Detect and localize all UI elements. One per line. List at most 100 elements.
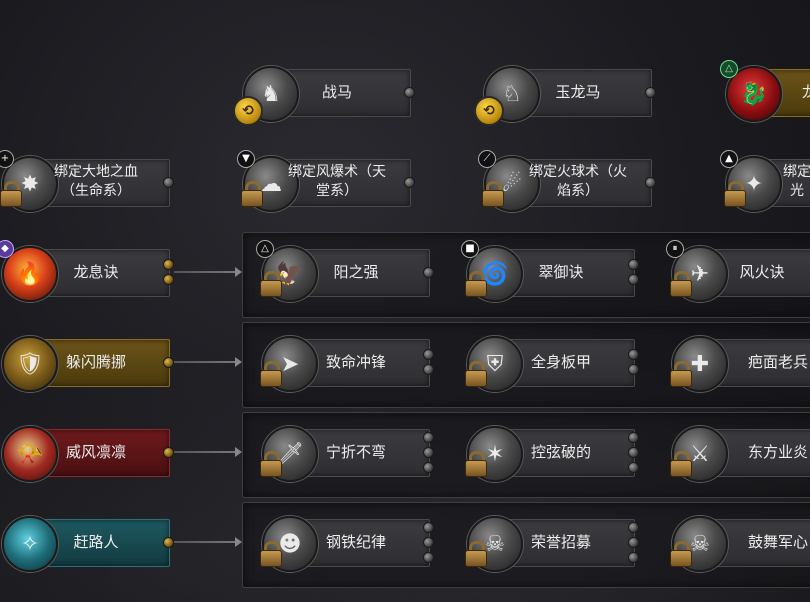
pip bbox=[404, 176, 415, 188]
skill-label: 赶路人 bbox=[73, 532, 119, 551]
body bbox=[465, 550, 487, 567]
body bbox=[465, 280, 487, 297]
pip bbox=[423, 461, 434, 473]
skill-label: 躲闪腾挪 bbox=[65, 352, 126, 371]
pip bbox=[628, 551, 639, 563]
talent-label: 风火诀 bbox=[739, 262, 785, 281]
pip bbox=[423, 536, 434, 548]
pips bbox=[423, 338, 434, 386]
binding-label: 绑定风爆术（天堂系） bbox=[288, 164, 386, 199]
body bbox=[465, 370, 487, 387]
arrow-connector bbox=[174, 267, 242, 277]
lock-icon bbox=[670, 361, 692, 387]
cycle-icon: ⟲ bbox=[233, 96, 263, 126]
lock-icon bbox=[465, 271, 487, 297]
body bbox=[260, 280, 282, 297]
pip bbox=[628, 461, 639, 473]
pips bbox=[645, 158, 656, 206]
pip bbox=[423, 431, 434, 443]
pips bbox=[404, 68, 415, 116]
pip bbox=[404, 86, 415, 98]
lock-icon bbox=[465, 541, 487, 567]
pips bbox=[423, 248, 434, 296]
pip bbox=[423, 266, 434, 278]
talent-label: 鼓舞军心 bbox=[748, 532, 809, 551]
arrow-connector bbox=[174, 357, 242, 367]
cycle-icon: ⟲ bbox=[474, 96, 504, 126]
talent-card[interactable]: ✶ 控弦破的 bbox=[465, 426, 639, 482]
pip bbox=[628, 274, 639, 285]
pips bbox=[628, 338, 639, 386]
talent-card[interactable]: ⚔ 东方业炎 bbox=[670, 426, 810, 482]
mount-label: 玉龙马 bbox=[555, 82, 601, 101]
pips bbox=[645, 68, 656, 116]
talent-label: 疤面老兵 bbox=[748, 352, 809, 371]
talent-card[interactable]: ➤ 致命冲锋 bbox=[260, 336, 434, 392]
body bbox=[724, 190, 746, 207]
skill-dodge[interactable]: 🛡 躲闪腾挪 bbox=[2, 336, 174, 392]
mount-card-jade-dragon-horse[interactable]: ♘ ⟲ 玉龙马 bbox=[474, 66, 656, 126]
talent-card[interactable]: ✚ 疤面老兵 bbox=[670, 336, 810, 392]
binding-card-wind-blast[interactable]: ☁ ▼ 绑定风爆术（天堂系） bbox=[237, 150, 415, 212]
talent-card[interactable]: 🗡 宁折不弯 bbox=[260, 426, 434, 482]
talent-label: 阳之强 bbox=[333, 262, 379, 281]
lock-icon bbox=[465, 451, 487, 477]
talent-card[interactable]: ☠ 鼓舞军心 bbox=[670, 516, 810, 572]
talent-card[interactable]: ⛨ 全身板甲 bbox=[465, 336, 639, 392]
pip bbox=[423, 521, 434, 533]
pip bbox=[423, 364, 434, 375]
arrow-connector bbox=[174, 447, 242, 457]
pips bbox=[628, 428, 639, 476]
talent-card[interactable]: ☠ 荣誉招募 bbox=[465, 516, 639, 572]
lock-icon bbox=[260, 541, 282, 567]
talent-label: 翠御诀 bbox=[538, 262, 584, 281]
talent-card[interactable]: ✈ ⏸ 风火诀 bbox=[666, 240, 810, 302]
talent-card[interactable]: 🦅 △ 阳之强 bbox=[256, 240, 434, 302]
pips bbox=[163, 338, 174, 386]
pips bbox=[163, 158, 174, 206]
pips bbox=[423, 428, 434, 476]
lock-icon bbox=[260, 271, 282, 297]
pip bbox=[628, 364, 639, 375]
talent-label: 钢铁纪律 bbox=[325, 532, 386, 551]
square-badge-icon: ■ bbox=[461, 240, 479, 258]
body bbox=[241, 190, 263, 207]
mount-label: 战马 bbox=[321, 82, 352, 101]
pip bbox=[628, 259, 639, 270]
slash-badge-icon: ⟋ bbox=[478, 150, 496, 168]
lock-icon bbox=[260, 361, 282, 387]
body bbox=[670, 370, 692, 387]
body bbox=[482, 190, 504, 207]
talent-card[interactable]: ☻ 钢铁纪律 bbox=[260, 516, 434, 572]
lock-icon bbox=[670, 271, 692, 297]
lock-icon bbox=[260, 451, 282, 477]
lock-icon bbox=[0, 181, 22, 207]
body bbox=[670, 460, 692, 477]
skill-dragon-breath[interactable]: 🔥 ◆ 龙息诀 bbox=[0, 240, 174, 302]
talent-label: 东方业炎 bbox=[748, 442, 809, 461]
pips bbox=[628, 248, 639, 296]
talent-card[interactable]: 🌀 ■ 翠御诀 bbox=[461, 240, 639, 302]
binding-card-fireball[interactable]: ☄ ⟋ 绑定火球术（火焰系） bbox=[478, 150, 656, 212]
pip bbox=[423, 446, 434, 458]
mount-card-warhorse[interactable]: ♞ ⟲ 战马 bbox=[233, 66, 415, 126]
binding-card-earth-blood[interactable]: ✸ + 绑定大地之血（生命系） bbox=[0, 150, 174, 212]
binding-label: 绑定火球术（火焰系） bbox=[529, 164, 627, 199]
triangle-badge-icon: △ bbox=[256, 240, 274, 258]
pip bbox=[628, 521, 639, 533]
body bbox=[670, 280, 692, 297]
pip-gold bbox=[163, 356, 174, 368]
pip-gold bbox=[163, 259, 174, 270]
pip-gold bbox=[163, 536, 174, 548]
binding-label: 绑定光 bbox=[783, 164, 810, 199]
mount-label: 龙 bbox=[802, 82, 810, 101]
pips bbox=[423, 518, 434, 566]
skill-traveler[interactable]: ✧ 赶路人 bbox=[2, 516, 174, 572]
talent-label: 控弦破的 bbox=[530, 442, 591, 461]
mount-card-dragon[interactable]: 🐉 △ 龙 bbox=[720, 60, 810, 122]
pip bbox=[628, 446, 639, 458]
lock-icon bbox=[465, 361, 487, 387]
pip bbox=[628, 431, 639, 443]
binding-card-light[interactable]: ✦ ▲ 绑定光 bbox=[720, 150, 810, 212]
skill-majestic[interactable]: 📯 威风凛凛 bbox=[2, 426, 174, 482]
